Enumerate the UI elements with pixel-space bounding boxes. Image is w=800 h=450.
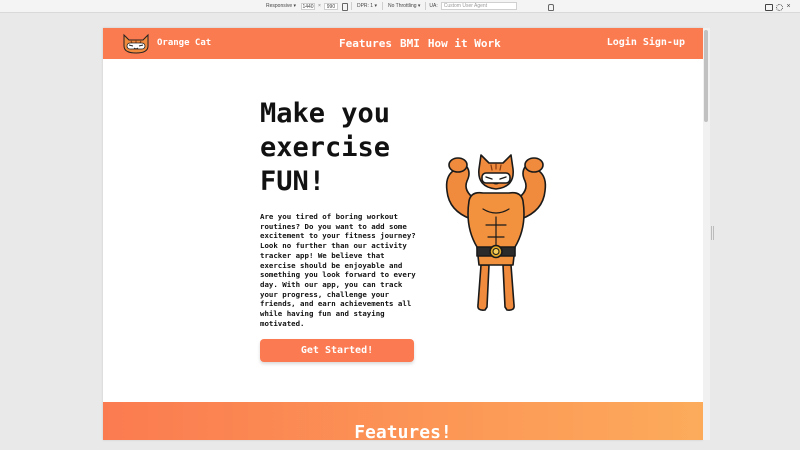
hero-title-line: Make you bbox=[260, 98, 391, 129]
viewport-width-input[interactable]: 1440 bbox=[301, 2, 316, 10]
features-heading: Features! bbox=[354, 422, 452, 440]
devtools-device-toolbar: Responsive ▾ 1440 × 990 DPR: 1 ▾ No Thro… bbox=[0, 0, 800, 13]
ua-label: UA: bbox=[429, 3, 438, 9]
orange-cat-logo-icon bbox=[123, 33, 149, 54]
nav-link-how-it-work[interactable]: How it Work bbox=[428, 37, 501, 50]
nav-link-features[interactable]: Features bbox=[339, 37, 392, 50]
throttle-select[interactable]: No Throttling ▾ bbox=[386, 3, 422, 9]
page-scrollbar[interactable] bbox=[703, 28, 710, 440]
nav-links: Features BMI How it Work bbox=[339, 37, 501, 50]
brand-name: Orange Cat bbox=[157, 38, 212, 48]
viewport-height-input[interactable]: 990 bbox=[323, 2, 338, 10]
page-viewport: Orange Cat Features BMI How it Work Logi… bbox=[103, 28, 703, 440]
gear-icon[interactable] bbox=[775, 3, 783, 11]
toolbar-divider bbox=[425, 2, 427, 10]
toolbar-divider bbox=[381, 2, 383, 10]
touch-simulation-icon[interactable] bbox=[547, 3, 554, 11]
nav-link-bmi[interactable]: BMI bbox=[400, 37, 420, 50]
hero-title-line: FUN! bbox=[260, 166, 326, 197]
muscular-cat-mascot-illustration bbox=[445, 154, 547, 311]
more-options-icon[interactable]: × bbox=[785, 3, 792, 10]
brand[interactable]: Orange Cat bbox=[121, 32, 211, 54]
viewport-resize-handle[interactable] bbox=[711, 226, 714, 240]
login-link[interactable]: Login bbox=[607, 37, 637, 48]
scrollbar-thumb[interactable] bbox=[704, 30, 708, 122]
device-select[interactable]: Responsive ▾ bbox=[264, 3, 298, 9]
navbar: Orange Cat Features BMI How it Work Logi… bbox=[103, 28, 703, 59]
hero-description: Are you tired of boring workout routines… bbox=[260, 212, 416, 328]
rotate-icon[interactable] bbox=[341, 2, 348, 11]
auth-links: Login Sign-up bbox=[607, 37, 685, 48]
hero-title-line: exercise bbox=[260, 132, 391, 163]
user-agent-input[interactable]: Custom User Agent bbox=[440, 2, 517, 10]
get-started-button[interactable]: Get Started! bbox=[260, 339, 414, 362]
hero-title: Make you exercise FUN! bbox=[260, 97, 430, 199]
features-section: Features! bbox=[103, 402, 703, 440]
toolbar-divider bbox=[350, 2, 352, 10]
screenshot-icon[interactable] bbox=[765, 3, 773, 11]
signup-link[interactable]: Sign-up bbox=[643, 37, 685, 48]
dimension-separator: × bbox=[318, 3, 321, 9]
dpr-select[interactable]: DPR: 1 ▾ bbox=[355, 3, 379, 9]
